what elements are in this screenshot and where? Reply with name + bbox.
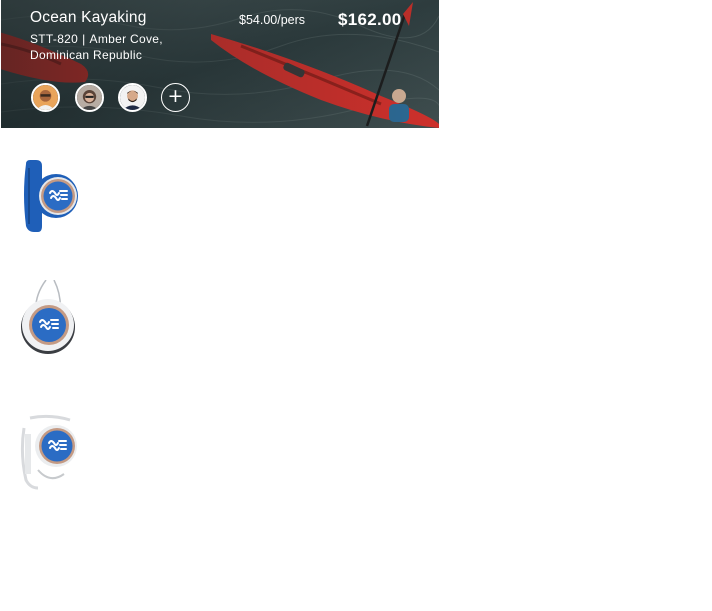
- pendant-accessory[interactable]: [20, 280, 80, 358]
- meta-separator: |: [82, 32, 86, 46]
- excursion-code: STT-820: [30, 32, 79, 46]
- price-per-person: $54.00/pers: [239, 13, 306, 27]
- total-price: $162.00: [338, 10, 402, 29]
- avatar[interactable]: [118, 83, 147, 112]
- wristband-accessory[interactable]: [20, 158, 80, 234]
- excursion-card[interactable]: Ocean Kayaking STT-820 | Amber Cove, Domin…: [1, 0, 439, 128]
- avatar[interactable]: [75, 83, 104, 112]
- add-guest-button[interactable]: +: [161, 83, 190, 112]
- excursion-meta: STT-820 | Amber Cove, Dominican Republic: [30, 31, 210, 63]
- clip-icon: [20, 414, 77, 490]
- wristband-icon: [24, 160, 78, 232]
- pendant-icon: [21, 280, 75, 354]
- clip-accessory[interactable]: [20, 414, 80, 490]
- excursion-title: Ocean Kayaking: [30, 9, 147, 26]
- avatar[interactable]: [31, 83, 60, 112]
